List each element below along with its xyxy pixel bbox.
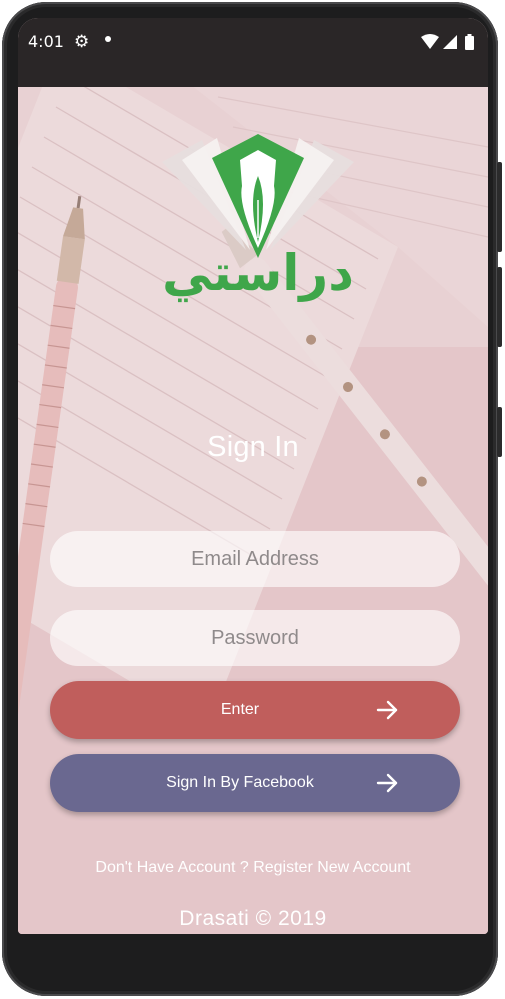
- password-input[interactable]: [50, 610, 460, 666]
- logo-text: دراستي: [162, 244, 354, 302]
- side-key: [497, 407, 502, 457]
- phone-frame: 4:01 ⚙ دراستي Sign In Email Address Ente…: [2, 2, 502, 996]
- footer-copyright: Drasati © 2019: [179, 907, 327, 930]
- volume-button: [497, 267, 502, 347]
- facebook-button-label: Sign In By Facebook: [166, 774, 314, 791]
- arrow-right-icon: [376, 700, 398, 720]
- settings-icon: ⚙: [74, 32, 90, 52]
- enter-button[interactable]: Enter: [50, 681, 460, 739]
- facebook-signin-button[interactable]: Sign In By Facebook: [50, 754, 460, 812]
- wifi-icon: [421, 34, 439, 49]
- screen: 4:01 ⚙ دراستي Sign In Email Address Ente…: [18, 18, 488, 934]
- register-link[interactable]: Don't Have Account ? Register New Accoun…: [18, 859, 488, 877]
- status-icons: [421, 34, 474, 50]
- status-time: 4:01: [28, 32, 64, 51]
- arrow-right-icon: [376, 773, 398, 793]
- enter-button-label: Enter: [220, 701, 260, 718]
- page-title: Sign In: [207, 431, 299, 463]
- status-bar: 4:01 ⚙: [18, 18, 488, 87]
- email-input[interactable]: [50, 531, 460, 587]
- notification-dot-icon: [105, 36, 111, 42]
- power-button: [497, 162, 502, 252]
- battery-icon: [465, 36, 474, 50]
- app-logo: دراستي: [162, 134, 354, 302]
- signal-icon: [443, 35, 457, 49]
